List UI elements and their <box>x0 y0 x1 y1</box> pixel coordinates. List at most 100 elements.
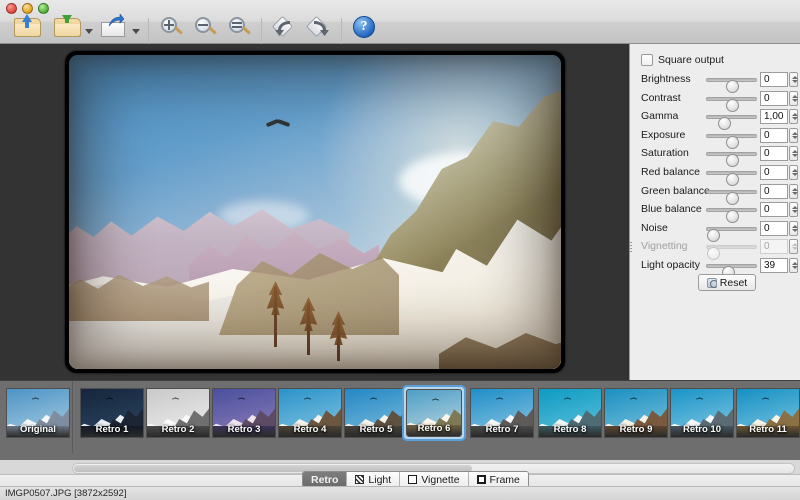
panel-splitter[interactable] <box>629 44 633 380</box>
tab-light[interactable]: Light <box>347 472 401 487</box>
preview-image <box>69 55 561 369</box>
filmstrip-thumb-retro-4[interactable]: Retro 4 <box>278 388 342 438</box>
slider-track[interactable] <box>706 152 757 168</box>
filmstrip[interactable]: Original Retro 1 Retro 2 Retro 3 Retro 4 Retr… <box>0 380 800 460</box>
value-stepper[interactable] <box>789 72 798 87</box>
image-canvas[interactable] <box>0 44 629 380</box>
value-input[interactable]: 39 <box>760 258 788 273</box>
value-stepper[interactable] <box>789 127 798 143</box>
filmstrip-thumb-retro-10[interactable]: Retro 10 <box>670 388 734 438</box>
value-stepper[interactable] <box>789 220 798 236</box>
control-label: Brightness <box>641 73 691 85</box>
value-stepper[interactable] <box>789 90 798 106</box>
value-input[interactable]: 0 <box>760 239 788 255</box>
control-label: Noise <box>641 221 668 234</box>
value-input[interactable]: 0 <box>760 220 788 236</box>
zoom-in-button[interactable] <box>156 12 188 42</box>
filmstrip-thumb-retro-6[interactable]: Retro 6 <box>402 385 466 441</box>
value-stepper[interactable] <box>789 109 798 125</box>
filmstrip-thumb-retro-7[interactable]: Retro 7 <box>470 388 534 438</box>
slider-track[interactable] <box>706 133 757 149</box>
control-label: Red balance <box>641 166 700 178</box>
tab-label: Retro <box>311 473 339 486</box>
value-input[interactable]: 1,00 <box>760 109 788 125</box>
value-input[interactable]: 0 <box>760 127 788 143</box>
thumb-label: Original <box>20 424 56 435</box>
filmstrip-thumb-retro-2[interactable]: Retro 2 <box>146 388 210 438</box>
thumb-label: Retro 1 <box>95 424 129 435</box>
value-input[interactable]: 0 <box>760 165 788 180</box>
tab-frame[interactable]: Frame <box>468 472 528 487</box>
help-button[interactable]: ? <box>350 12 378 42</box>
photo-inner <box>69 55 561 369</box>
slider-track[interactable] <box>706 208 757 224</box>
control-label: Blue balance <box>641 203 702 216</box>
value-stepper[interactable] <box>789 258 798 273</box>
filmstrip-thumb-retro-8[interactable]: Retro 8 <box>538 388 602 438</box>
thumb-label: Retro 7 <box>485 424 519 435</box>
export-button[interactable] <box>97 12 143 42</box>
filmstrip-thumb-retro-11[interactable]: Retro 11 <box>736 388 800 438</box>
slider-track[interactable] <box>706 78 757 93</box>
value-input[interactable]: 0 <box>760 183 788 199</box>
value-input[interactable]: 0 <box>760 146 788 162</box>
control-row-green-balance: Green balance 0 <box>630 183 800 205</box>
value-input[interactable]: 0 <box>760 90 788 106</box>
filmstrip-thumb-retro-9[interactable]: Retro 9 <box>604 388 668 438</box>
chevron-down-icon[interactable] <box>132 29 140 34</box>
control-label: Saturation <box>641 147 689 160</box>
slider-track[interactable] <box>706 171 757 186</box>
tab-retro[interactable]: Retro <box>303 472 348 487</box>
filmstrip-thumb-retro-5[interactable]: Retro 5 <box>344 388 408 438</box>
filmstrip-thumb-original[interactable]: Original <box>6 388 70 438</box>
tab-label: Vignette <box>421 473 460 486</box>
reset-button[interactable]: Reset <box>698 274 756 291</box>
rotate-left-icon <box>271 15 298 39</box>
rotate-right-icon <box>305 15 332 39</box>
square-thick-icon <box>476 475 486 484</box>
slider-track[interactable] <box>706 226 757 242</box>
tab-label: Light <box>368 473 392 486</box>
value-stepper[interactable] <box>789 202 798 218</box>
value-stepper[interactable] <box>789 146 798 162</box>
control-label: Contrast <box>641 91 681 104</box>
tab-vignette[interactable]: Vignette <box>400 472 469 487</box>
value-input[interactable]: 0 <box>760 72 788 87</box>
zoom-out-button[interactable] <box>190 12 222 42</box>
slider-track[interactable] <box>706 245 757 261</box>
tab-label: Frame <box>489 473 520 486</box>
zoom-fit-button[interactable] <box>224 12 256 42</box>
square-outline-icon <box>408 475 418 484</box>
toolbar-divider <box>148 18 149 44</box>
app-window: ? Square output Brightness 0 Contrast 0 … <box>0 0 800 500</box>
control-label: Light opacity <box>641 259 700 271</box>
status-text: IMGP0507.JPG [3872x2592] <box>5 488 127 499</box>
value-input[interactable]: 0 <box>760 202 788 218</box>
control-row-saturation: Saturation 0 <box>630 145 800 168</box>
value-stepper[interactable] <box>789 165 798 180</box>
photo-frame <box>65 51 565 373</box>
control-label: Green balance <box>641 184 710 197</box>
control-row-vignetting: Vignetting 0 <box>630 238 800 261</box>
thumb-label: Retro 9 <box>619 424 653 435</box>
square-output-label: Square output <box>658 54 724 66</box>
rotate-left-button[interactable] <box>270 12 300 42</box>
value-stepper[interactable] <box>789 183 798 199</box>
thumb-label: Retro 4 <box>293 424 327 435</box>
value-stepper[interactable] <box>789 239 798 255</box>
filmstrip-thumb-retro-1[interactable]: Retro 1 <box>80 388 144 438</box>
slider-track[interactable] <box>706 189 757 205</box>
chevron-down-icon[interactable] <box>85 29 93 34</box>
adjustments-panel: Square output Brightness 0 Contrast 0 Gamma 1… <box>629 44 800 380</box>
square-output-checkbox[interactable] <box>641 54 653 66</box>
slider-track[interactable] <box>706 96 757 112</box>
square-output-row[interactable]: Square output <box>641 54 724 66</box>
rotate-right-button[interactable] <box>304 12 334 42</box>
slider-track[interactable] <box>706 115 757 131</box>
filmstrip-thumb-retro-3[interactable]: Retro 3 <box>212 388 276 438</box>
thumb-label: Retro 8 <box>553 424 587 435</box>
slider-track[interactable] <box>706 264 757 279</box>
open-folder-button[interactable] <box>8 12 48 42</box>
folder-down-icon <box>53 15 83 39</box>
save-folder-button[interactable] <box>50 12 96 42</box>
